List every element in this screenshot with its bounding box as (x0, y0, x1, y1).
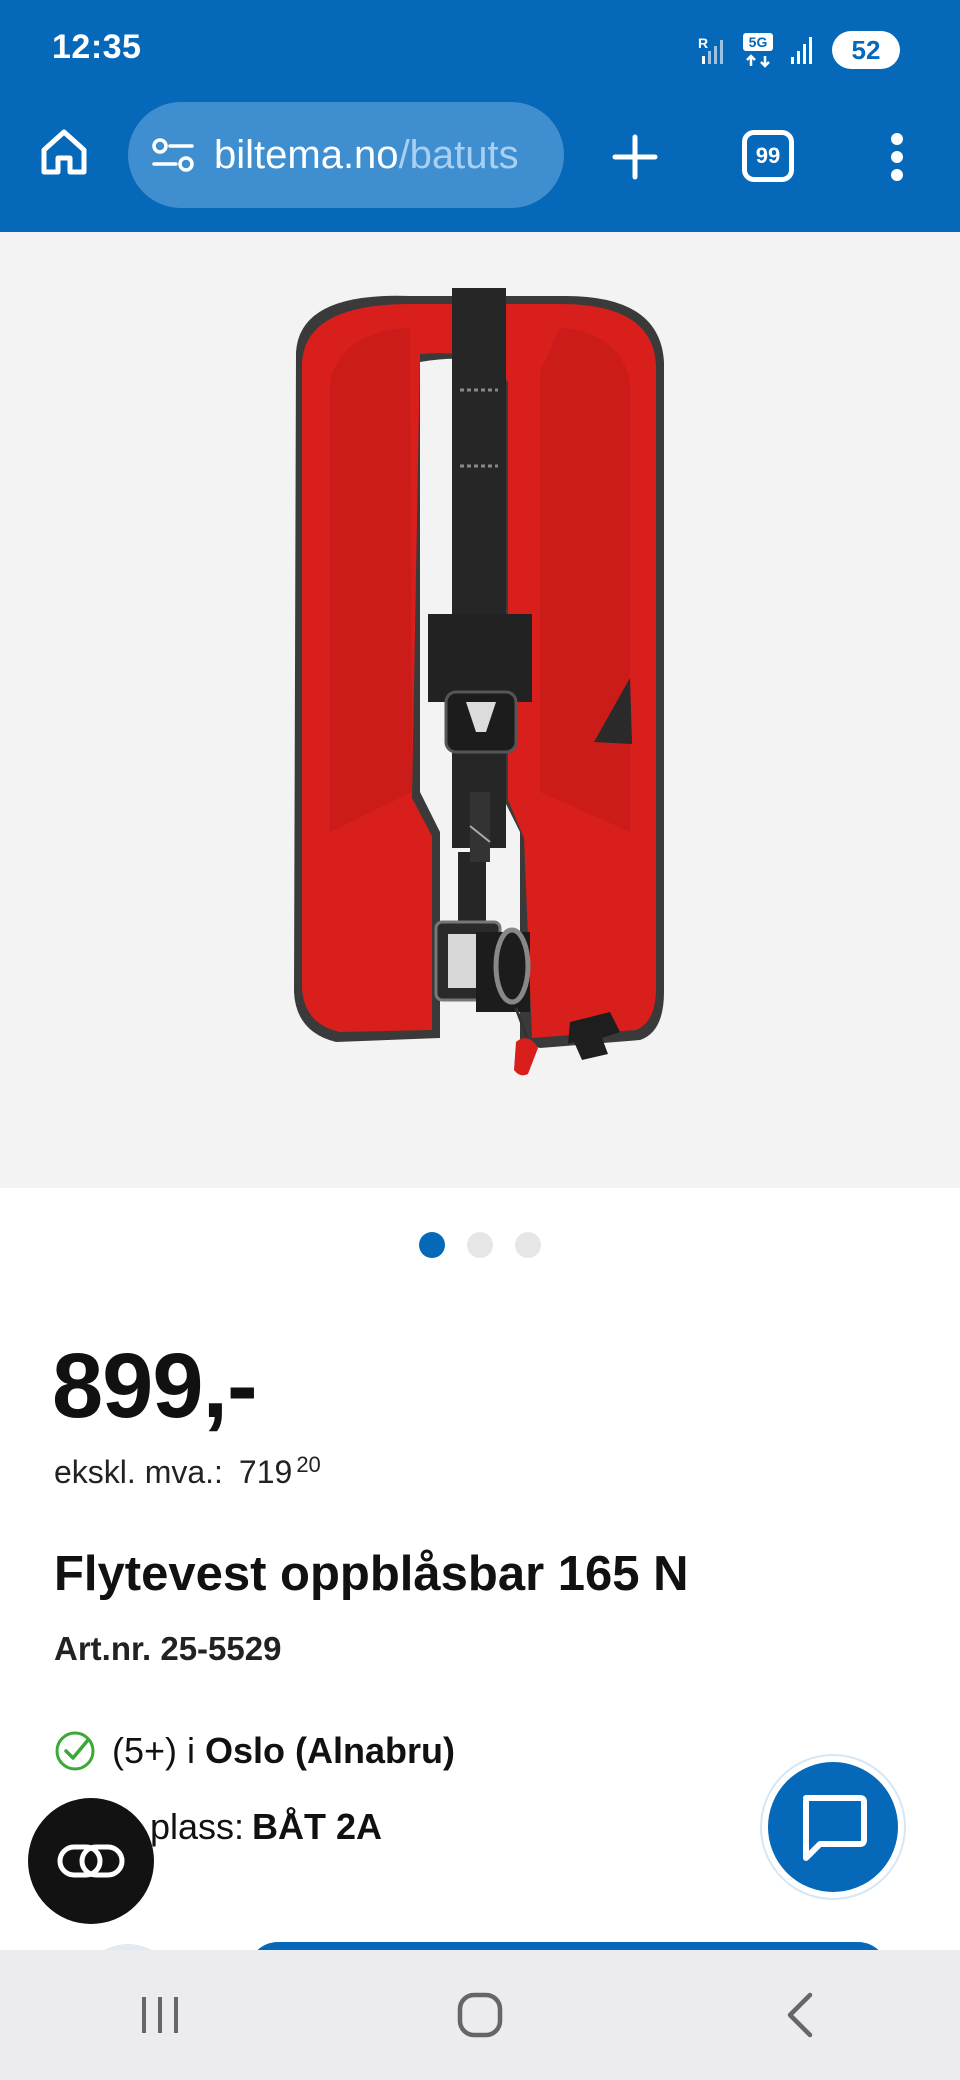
chat-icon (803, 1795, 867, 1861)
battery-badge: 52 (832, 31, 900, 69)
location-label: plass: (150, 1806, 245, 1847)
ex-vat-label: ekskl. mva.: (54, 1454, 223, 1490)
system-nav-bar (0, 1950, 960, 2080)
recents-button[interactable] (0, 1950, 320, 2080)
plus-icon (612, 134, 658, 180)
product-price: 899,- (52, 1335, 258, 1437)
product-title: Flytevest oppblåsbar 165 N (54, 1547, 689, 1601)
ex-vat-dec: 20 (296, 1452, 321, 1477)
link-icon (57, 1844, 125, 1878)
life-vest-image (294, 288, 664, 1076)
gallery-dot-1[interactable] (419, 1232, 445, 1258)
back-button[interactable] (640, 1950, 960, 2080)
url-bar[interactable]: biltema.no/batuts (128, 102, 564, 208)
recents-icon (142, 1997, 178, 2033)
roaming-signal-icon: R (698, 34, 728, 66)
more-vert-icon (891, 133, 903, 181)
status-time: 12:35 (52, 28, 142, 66)
article-number: Art.nr. 25-5529 (54, 1630, 282, 1667)
url-path: /batuts (398, 132, 519, 177)
product-image-gallery[interactable] (0, 232, 960, 1188)
home-button[interactable] (34, 122, 94, 182)
location-value: BÅT 2A (252, 1806, 383, 1847)
price-ex-vat: ekskl. mva.: 719 20 (54, 1452, 321, 1491)
link-fab[interactable] (28, 1798, 154, 1924)
svg-text:R: R (698, 35, 708, 51)
stock-status[interactable]: (5+) i Oslo (Alnabru) (54, 1730, 455, 1772)
more-menu-button[interactable] (880, 126, 914, 188)
network-5g-icon: 5G (742, 32, 774, 68)
system-home-button[interactable] (320, 1950, 640, 2080)
check-circle-icon (55, 1731, 95, 1771)
signal-icon (788, 35, 818, 65)
url-text: biltema.no/batuts (214, 133, 519, 178)
home-icon (41, 129, 87, 175)
tab-count: 99 (755, 143, 781, 168)
new-tab-button[interactable] (604, 126, 666, 188)
status-icons: R 5G 52 (698, 30, 900, 70)
url-host: biltema.no (214, 132, 399, 177)
svg-text:5G: 5G (749, 34, 768, 50)
tune-icon[interactable] (150, 132, 196, 178)
gallery-dots[interactable] (0, 1232, 960, 1258)
home-circle-icon (457, 1992, 503, 2038)
chat-button[interactable] (762, 1756, 904, 1898)
back-icon (787, 1992, 813, 2038)
tabs-button[interactable]: 99 (742, 130, 794, 182)
stock-count: (5+) i (112, 1730, 196, 1771)
gallery-dot-2[interactable] (467, 1232, 493, 1258)
gallery-dot-3[interactable] (515, 1232, 541, 1258)
browser-top-bar: 12:35 R 5G 52 biltema.no/batuts 99 (0, 0, 960, 232)
stock-city[interactable]: Oslo (Alnabru) (205, 1730, 455, 1772)
ex-vat-int: 719 (238, 1454, 293, 1490)
